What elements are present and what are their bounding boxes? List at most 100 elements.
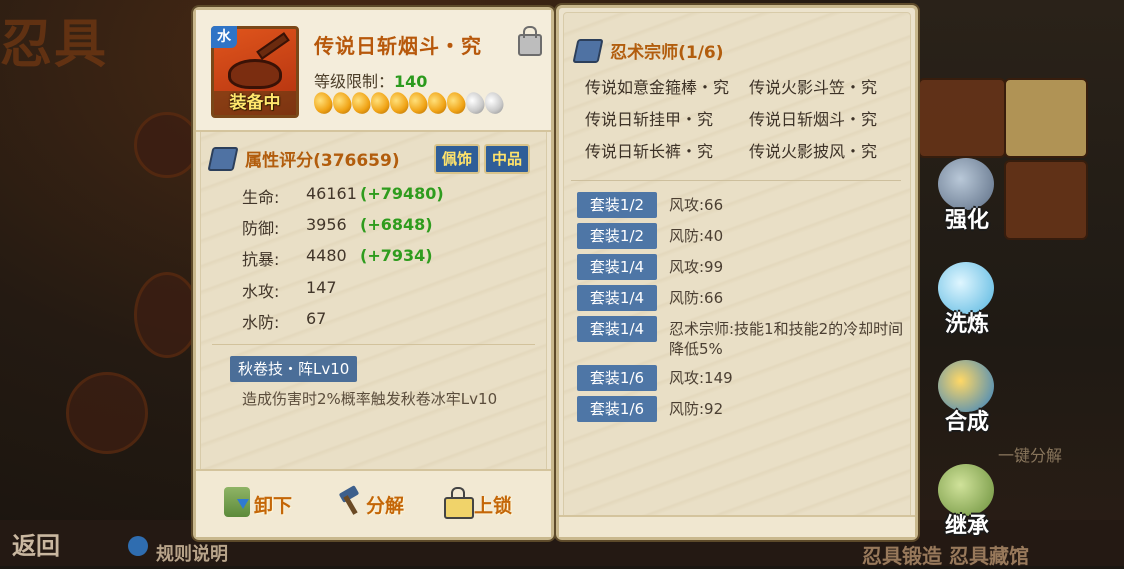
bead-filled-icon [348,89,374,117]
set-bonus-text: 风攻:149 [669,369,733,387]
item-quality-badge: 中品 [484,144,530,174]
level-label: 等级限制： [314,72,395,91]
set-item: 传说火影斗笠・究 [749,78,878,97]
stat-label: 生命: [242,188,280,207]
set-bonus-panel: 忍术宗师(1/6) 传说如意金箍棒・究 传说火影斗笠・究 传说日斩挂甲・究 传说… [556,5,918,540]
stat-bonus: (+6848) [360,215,433,234]
bead-filled-icon [443,89,469,117]
bead-empty-icon [462,89,488,117]
action-bar: 卸下 分解 上锁 [196,469,551,537]
decompose-label: 分解 [366,495,405,517]
set-bonus-tag: 套装1/2 [577,192,657,218]
strengthen-button[interactable]: 强化 [932,158,1002,238]
set-panel-footer [559,515,915,537]
set-bonus-tag: 套装1/2 [577,223,657,249]
skill-badge: 秋卷技・阵Lv10 [230,356,358,382]
forge-warehouse-tabs[interactable]: 忍具锻造 忍具藏馆 [862,540,1029,569]
refine-button[interactable]: 洗炼 [932,262,1002,342]
unequip-button[interactable]: 卸下 [224,487,314,521]
set-bonus-text: 风防:92 [669,400,724,418]
stat-value: 3956 [306,215,347,234]
item-header: 水 装备中 传说日斩烟斗・究 等级限制：140 [196,10,551,132]
set-bonus-text: 风攻:66 [669,196,724,214]
set-item: 传说日斩挂甲・究 [585,110,714,129]
equipment-slot-1[interactable] [918,78,1006,158]
set-bonus-text: 风攻:99 [669,258,724,276]
info-icon [128,536,148,556]
stat-value: 46161 [306,184,357,203]
set-bonus-tag: 套装1/4 [577,285,657,311]
divider [212,344,535,345]
item-icon: 水 装备中 [211,26,299,118]
decompose-button[interactable]: 分解 [336,487,426,521]
item-type-badge: 佩饰 [434,144,480,174]
bead-filled-icon [386,89,412,117]
star-beads [310,89,507,117]
set-item: 传说日斩烟斗・究 [749,110,878,129]
set-bonus-text: 忍术宗师:技能1和技能2的冷却时间降低5% [669,320,904,358]
bead-filled-icon [424,89,450,117]
stat-value: 67 [306,309,327,328]
unequip-label: 卸下 [254,495,293,517]
bead-filled-icon [310,89,336,117]
set-item: 传说如意金箍棒・究 [585,78,730,97]
background-title: 忍具 [0,15,109,75]
inherit-button[interactable]: 继承 [932,464,1002,544]
level-value: 140 [394,72,428,91]
background-slot-3 [66,372,148,454]
stat-bonus: (+79480) [360,184,444,203]
unequip-icon [224,487,250,517]
pipe-stem-icon [256,32,290,60]
set-bonus-text: 风防:40 [669,227,724,245]
equipped-status: 装备中 [214,91,296,115]
combine-label: 合成 [944,410,989,435]
stat-label: 防御: [242,219,280,238]
equipment-slot-3[interactable] [1004,160,1088,240]
attribute-score: 属性评分(376659) [245,151,400,171]
set-title: 忍术宗师(1/6) [610,43,724,63]
lock-button[interactable]: 上锁 [444,487,534,521]
padlock-icon [444,487,474,519]
attribute-header: 属性评分(376659) [207,146,400,172]
set-item: 传说火影披风・究 [749,142,878,161]
back-button[interactable]: 返回 [12,526,60,561]
bead-empty-icon [481,89,507,117]
set-item: 传说日斩长裤・究 [585,142,714,161]
hammer-icon [336,487,362,517]
scroll-icon [207,146,239,171]
strengthen-label: 强化 [944,208,989,233]
lock-icon[interactable] [518,26,542,56]
stat-value: 147 [306,278,337,297]
refine-label: 洗炼 [944,312,989,337]
equipment-slot-2[interactable] [1004,78,1088,158]
set-bonus-text: 风防:66 [669,289,724,307]
background-slot-1 [134,112,200,178]
skill-description: 造成伤害时2%概率触发秋卷冰牢Lv10 [242,390,498,408]
stat-bonus: (+7934) [360,246,433,265]
item-detail-panel: 水 装备中 传说日斩烟斗・究 等级限制：140 属性评分(376659) 佩饰 … [193,7,554,540]
stat-label: 抗暴: [242,250,280,269]
lock-label: 上锁 [474,495,513,517]
set-bonus-tag: 套装1/6 [577,365,657,391]
set-bonus-tag: 套装1/4 [577,254,657,280]
combine-button[interactable]: 合成 [932,360,1002,440]
pipe-icon [228,59,282,89]
level-requirement: 等级限制：140 [314,68,427,92]
background-slot-2 [134,272,200,358]
bead-filled-icon [329,89,355,117]
bead-filled-icon [405,89,431,117]
set-bonus-tag: 套装1/4 [577,316,657,342]
element-tag: 水 [211,26,237,48]
divider [571,180,901,181]
stat-value: 4480 [306,246,347,265]
stat-label: 水防: [242,313,280,332]
inherit-label: 继承 [944,514,989,539]
scroll-icon [572,38,604,63]
rules-button[interactable]: 规则说明 [156,540,228,566]
item-name: 传说日斩烟斗・究 [314,34,482,58]
set-bonus-tag: 套装1/6 [577,396,657,422]
stat-label: 水攻: [242,282,280,301]
bead-filled-icon [367,89,393,117]
one-click-decompose-label[interactable]: 一键分解 [998,442,1062,466]
set-header: 忍术宗师(1/6) [572,38,724,63]
